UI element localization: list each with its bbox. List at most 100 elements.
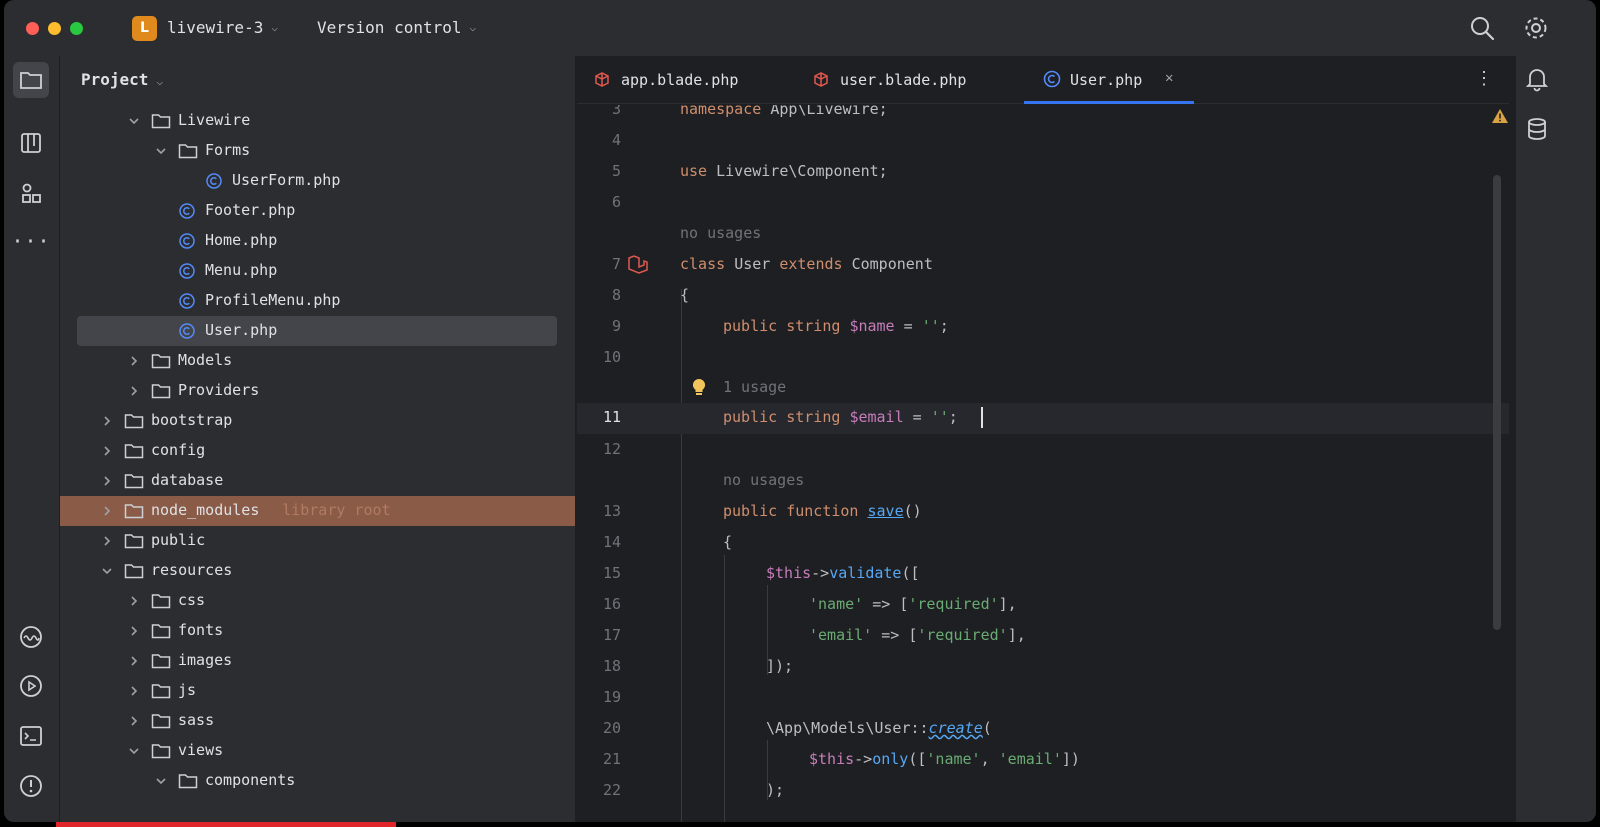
project-badge[interactable]: L xyxy=(132,16,157,41)
laravel-gutter-icon[interactable] xyxy=(627,254,649,278)
tree-item[interactable]: Home.php xyxy=(60,226,575,256)
chevron-down-icon[interactable] xyxy=(154,774,168,788)
project-tool-button[interactable] xyxy=(13,62,49,98)
project-panel-header[interactable]: Project ⌵ xyxy=(81,70,163,89)
services-tool-button[interactable] xyxy=(13,619,49,655)
code-line: 3 namespace App\Livewire; xyxy=(577,105,1509,126)
chevron-right-icon[interactable] xyxy=(127,354,141,368)
tab-label: user.blade.php xyxy=(840,71,967,89)
chevron-right-icon[interactable] xyxy=(127,684,141,698)
warning-icon[interactable] xyxy=(1491,108,1509,124)
chevron-right-icon[interactable] xyxy=(100,444,114,458)
tree-item[interactable]: Livewire xyxy=(60,106,575,136)
more-tools-icon[interactable]: ··· xyxy=(11,223,49,259)
token-text: ); xyxy=(766,781,785,799)
chevron-right-icon[interactable] xyxy=(100,474,114,488)
chevron-down-icon[interactable] xyxy=(100,564,114,578)
project-switcher[interactable]: livewire-3 ⌵ xyxy=(167,18,278,37)
structure-tool-button[interactable] xyxy=(13,125,49,161)
inlay-hint-row: no usages xyxy=(577,219,1509,250)
code-editor[interactable]: 3 namespace App\Livewire; 4 5 use Livewi… xyxy=(577,105,1509,822)
chevron-right-icon[interactable] xyxy=(100,414,114,428)
usage-hint[interactable]: 1 usage xyxy=(723,378,786,396)
tree-item[interactable]: Providers xyxy=(60,376,575,406)
token-function: validate xyxy=(829,564,902,582)
tree-item[interactable]: Models xyxy=(60,346,575,376)
usage-hint[interactable]: no usages xyxy=(723,471,804,489)
token-text: = xyxy=(894,317,922,335)
php-class-icon xyxy=(178,203,196,219)
search-icon[interactable] xyxy=(1468,14,1496,42)
tree-item[interactable]: config xyxy=(60,436,575,466)
code-line: 5 use Livewire\Component; xyxy=(577,157,1509,188)
tree-item[interactable]: Footer.php xyxy=(60,196,575,226)
settings-gear-icon[interactable] xyxy=(1522,14,1550,42)
plugins-tool-button[interactable] xyxy=(13,175,49,211)
notifications-bell-icon[interactable] xyxy=(1524,66,1554,96)
run-tool-button[interactable] xyxy=(13,668,49,704)
inlay-hint-row: 1 usage xyxy=(577,373,1509,404)
chevron-right-icon[interactable] xyxy=(127,654,141,668)
tab-user-php[interactable]: User.php ✕ xyxy=(1024,56,1194,104)
more-vertical-icon[interactable]: ⋮ xyxy=(1475,68,1493,89)
token-string: 'name' xyxy=(809,595,864,613)
tree-item[interactable]: public xyxy=(60,526,575,556)
tree-item[interactable]: css xyxy=(60,586,575,616)
chevron-right-icon[interactable] xyxy=(100,534,114,548)
tree-item[interactable]: sass xyxy=(60,706,575,736)
close-tab-icon[interactable]: ✕ xyxy=(1165,70,1173,86)
tree-item[interactable]: User.php xyxy=(77,316,557,346)
minimize-window-button[interactable] xyxy=(48,22,61,35)
terminal-tool-button[interactable] xyxy=(13,718,49,754)
token-variable: $this xyxy=(766,564,812,582)
chevron-right-icon[interactable] xyxy=(127,624,141,638)
database-icon[interactable] xyxy=(1524,116,1554,146)
close-window-button[interactable] xyxy=(26,22,39,35)
line-number: 12 xyxy=(602,440,621,458)
line-number: 20 xyxy=(602,719,621,737)
token-text: { xyxy=(723,533,733,551)
version-control-menu[interactable]: Version control ⌵ xyxy=(317,18,476,37)
folder-icon xyxy=(124,413,144,429)
tree-item[interactable]: fonts xyxy=(60,616,575,646)
tab-app-blade[interactable]: app.blade.php xyxy=(594,56,794,104)
problems-tool-button[interactable] xyxy=(13,768,49,804)
tree-item[interactable]: images xyxy=(60,646,575,676)
maximize-window-button[interactable] xyxy=(70,22,83,35)
tree-item[interactable]: Menu.php xyxy=(60,256,575,286)
tree-item[interactable]: database xyxy=(60,466,575,496)
chevron-right-icon[interactable] xyxy=(127,714,141,728)
chevron-right-icon[interactable] xyxy=(127,384,141,398)
chevron-down-icon[interactable] xyxy=(127,114,141,128)
chevron-right-icon[interactable] xyxy=(127,594,141,608)
tree-item-label: resources xyxy=(151,561,233,579)
folder-icon xyxy=(151,593,171,609)
chevron-down-icon[interactable] xyxy=(127,744,141,758)
tree-item[interactable]: views xyxy=(60,736,575,766)
token-keyword: use xyxy=(680,162,708,180)
token-variable: $name xyxy=(849,317,895,335)
tree-item-label: fonts xyxy=(178,621,224,639)
chevron-right-icon[interactable] xyxy=(100,504,114,518)
line-number: 22 xyxy=(602,781,621,799)
tree-item[interactable]: resources xyxy=(60,556,575,586)
tree-item[interactable]: components xyxy=(60,766,575,796)
tree-item[interactable]: node_modules library root xyxy=(60,496,575,526)
chevron-down-icon[interactable] xyxy=(154,144,168,158)
token-text: ( xyxy=(982,719,992,737)
token-function: create xyxy=(928,719,983,737)
tree-item[interactable]: bootstrap xyxy=(60,406,575,436)
project-panel: Project ⌵ Livewire Forms UserForm.php Footer… xyxy=(60,56,576,822)
token-text: => xyxy=(872,626,909,644)
pulse-icon xyxy=(20,626,42,648)
tree-item[interactable]: Forms xyxy=(60,136,575,166)
code-line: 7 class User extends Component xyxy=(577,250,1509,281)
tree-item[interactable]: js xyxy=(60,676,575,706)
terminal-icon xyxy=(20,726,42,746)
tree-item[interactable]: ProfileMenu.php xyxy=(60,286,575,316)
editor-scrollbar[interactable] xyxy=(1493,175,1501,630)
tab-user-blade[interactable]: user.blade.php xyxy=(813,56,1013,104)
tree-item[interactable]: UserForm.php xyxy=(60,166,575,196)
lightbulb-icon[interactable] xyxy=(691,378,707,402)
usage-hint[interactable]: no usages xyxy=(680,224,761,242)
